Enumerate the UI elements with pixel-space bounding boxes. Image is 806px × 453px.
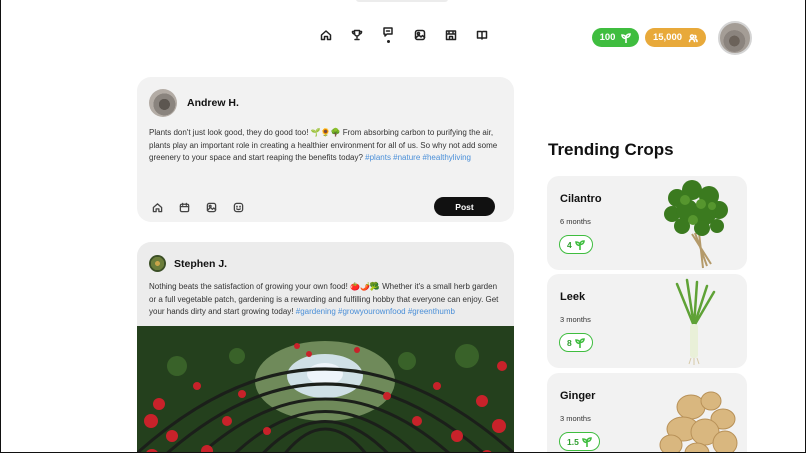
sprout-icon	[582, 436, 592, 447]
ginger-image	[659, 391, 738, 452]
crop-duration: 3 months	[560, 315, 591, 324]
sprout-icon	[621, 32, 632, 43]
author-name: Andrew H.	[187, 97, 239, 109]
home-icon[interactable]	[319, 28, 333, 42]
store-icon[interactable]	[444, 28, 458, 42]
home-icon[interactable]	[152, 200, 164, 213]
points-value: 100	[599, 32, 616, 43]
composer-hashtags[interactable]: #plants #nature #healthyliving	[365, 153, 471, 162]
crop-count-badge: 4	[559, 235, 593, 254]
points-badge[interactable]: 100	[592, 28, 639, 47]
feed-post: Stephen J. Nothing beats the satisfactio…	[137, 242, 514, 452]
app-frame: 100 15,000 Andrew H. Plants don't just l…	[0, 0, 806, 453]
cilantro-image	[664, 180, 728, 269]
sprout-icon	[574, 239, 585, 250]
trending-title: Trending Crops	[548, 140, 674, 159]
emoji-icon[interactable]	[233, 200, 245, 213]
chat-icon[interactable]	[381, 25, 395, 39]
author-name: Stephen J.	[174, 258, 228, 270]
crop-count-badge: 1.5	[559, 432, 600, 451]
crop-count: 8	[567, 337, 572, 348]
post-hashtags[interactable]: #gardening #growyourownfood #greenthumb	[296, 307, 455, 316]
trophy-icon[interactable]	[350, 28, 364, 42]
followers-badge[interactable]: 15,000	[645, 28, 706, 47]
profile-avatar[interactable]	[718, 21, 752, 55]
sprout-icon	[574, 337, 585, 348]
crop-duration: 3 months	[560, 414, 591, 423]
avatar	[149, 255, 166, 272]
post-text: Nothing beats the satisfaction of growin…	[149, 281, 504, 319]
crop-count-badge: 8	[559, 333, 593, 352]
crop-name: Leek	[560, 291, 586, 303]
crop-count: 4	[567, 239, 572, 250]
crop-card-cilantro[interactable]: Cilantro 6 months 4	[547, 176, 747, 270]
post-composer: Andrew H. Plants don't just look good, t…	[137, 77, 514, 222]
image-icon[interactable]	[206, 200, 218, 213]
crop-name: Ginger	[560, 390, 596, 402]
crop-card-leek[interactable]: Leek 3 months 8	[547, 274, 747, 368]
crop-name: Cilantro	[560, 193, 602, 205]
post-image[interactable]	[137, 326, 514, 452]
avatar	[149, 89, 177, 117]
active-indicator	[387, 40, 390, 43]
crop-count: 1.5	[567, 436, 579, 447]
crop-card-ginger[interactable]: Ginger 3 months 1.5	[547, 373, 747, 452]
image-icon[interactable]	[413, 28, 427, 42]
leek-image	[675, 278, 716, 365]
followers-value: 15,000	[652, 32, 683, 43]
calendar-icon[interactable]	[179, 200, 191, 213]
composer-text[interactable]: Plants don't just look good, they do goo…	[149, 127, 504, 165]
book-icon[interactable]	[475, 28, 489, 42]
users-icon	[688, 33, 698, 42]
crop-duration: 6 months	[560, 217, 591, 226]
post-button[interactable]: Post	[434, 197, 495, 216]
window-notch	[356, 0, 448, 2]
